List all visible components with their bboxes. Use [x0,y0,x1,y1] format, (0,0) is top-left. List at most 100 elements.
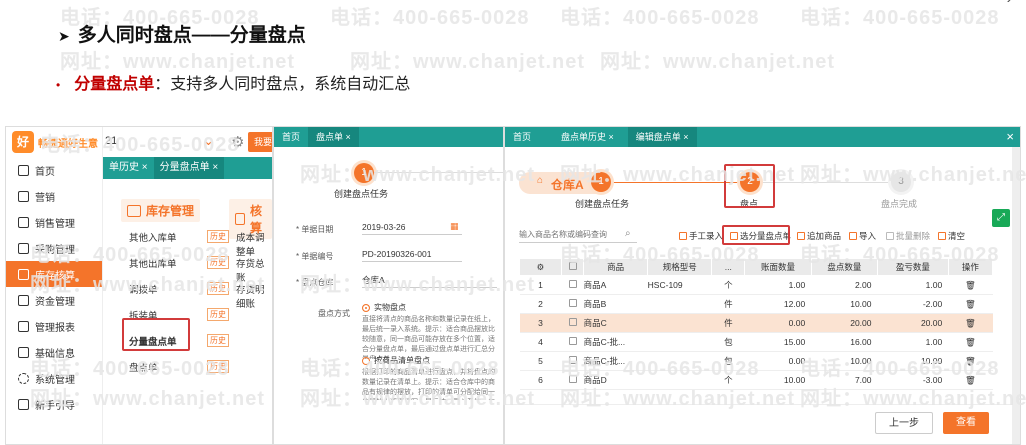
history-tag[interactable]: 历史 [207,334,229,347]
tab-count-history[interactable]: 盘点单历史 × [553,127,622,147]
gear-icon[interactable]: ⚙ [231,133,244,151]
logo: 好 畅捷通好生意 [6,127,102,157]
table-row-selected[interactable]: 3 商品C 件 0.00 20.00 20.00 🗑 [519,313,993,333]
tab-home[interactable]: 首页 [505,127,539,147]
menu-cost-adjust[interactable]: 成本调整单 [236,230,272,258]
row-checkbox[interactable] [568,337,577,345]
top-action-button[interactable]: 我要 [248,132,272,152]
table-row[interactable]: 4 商品C-批... 包 15.00 16.00 1.00 🗑 [519,332,993,352]
number-field[interactable]: PD-20190326-001 [362,246,462,262]
table-row[interactable]: 5 商品C-批... 包 0.00 10.00 10.00 🗑 [519,351,993,371]
step-1-circle: 1 [591,172,611,192]
sidebar-item-inventory[interactable]: 库存核算 [6,261,102,287]
step-line-pending [759,182,899,183]
row-checkbox[interactable] [568,375,577,383]
prev-step-button[interactable]: 上一步 [875,412,933,434]
trash-icon[interactable]: 🗑 [948,294,993,314]
batch-delete-button[interactable]: 批量删除 [886,230,930,242]
sidebar-item-basic-info[interactable]: 基础信息 [6,339,102,365]
trash-icon[interactable]: 🗑 [948,275,993,295]
menu-other-out[interactable]: 其他出库单 [129,256,177,270]
menu-count[interactable]: 盘点单 [129,360,158,374]
history-tag[interactable]: 历史 [207,308,229,321]
sidebar-nav: 首页 营销 销售管理 采购管理 库存核算 资金管理 管理报表 基础信息 系统管理… [6,157,102,417]
gear-icon[interactable]: ⚙ [537,262,545,272]
tab-home[interactable]: 首页 [274,127,308,147]
history-tag[interactable]: 历史 [207,360,229,373]
edit-icon [679,232,687,240]
trash-icon[interactable]: 🗑 [948,313,993,333]
table-row[interactable]: 2 商品B 件 12.00 10.00 -2.00 🗑 [519,294,993,314]
close-icon[interactable]: × [1006,129,1014,144]
sidebar-item-reports[interactable]: 管理报表 [6,313,102,339]
sidebar-item-purchase[interactable]: 采购管理 [6,235,102,261]
sidebar-item-home[interactable]: 首页 [6,157,102,183]
top-bar: 21 ⌄ ⚙ 我要 [103,127,272,157]
trash-icon[interactable]: 🗑 [948,370,993,390]
menu-content: 库存管理 核算 其他入库单 历史 其他出库单 历史 调拨单 历史 拆装单 历史 … [103,179,272,444]
clear-button[interactable]: 清空 [938,230,965,242]
menu-detail-ledger[interactable]: 存货明细账 [236,282,272,310]
chevron-down-icon[interactable]: ⌄ [203,133,214,149]
history-tag[interactable]: 历史 [207,282,229,295]
row-checkbox[interactable] [568,299,577,307]
scrollbar[interactable] [1012,147,1020,444]
sidebar-item-guide[interactable]: 新手引导 [6,391,102,417]
table-row[interactable]: 1 商品A HSC-109 个 1.00 2.00 1.00 🗑 [519,275,993,295]
sidebar-item-marketing[interactable]: 营销 [6,183,102,209]
column-settings[interactable]: ⚙ [519,258,562,276]
view-button[interactable]: 查看 [943,412,989,434]
menu-ledger[interactable]: 存货总账 [236,256,272,284]
divider [505,404,1020,405]
sales-icon [18,216,29,228]
step-3-label: 盘点完成 [881,199,918,209]
warehouse-name: 仓库A [551,178,584,192]
cart-icon [18,242,29,254]
watermark-phone: 电话：400-665-0028 [560,7,760,29]
method-note-2: 根据打印的商品清单进行盘点，并将盘点的数量记录在清单上。提示：适合仓库中的商品有… [362,369,495,400]
trash-icon[interactable]: 🗑 [948,351,993,371]
warehouse-field[interactable]: 仓库A [362,272,497,288]
import-icon [849,232,857,240]
history-tag[interactable]: 历史 [207,256,229,269]
sidebar-item-funds[interactable]: 资金管理 [6,287,102,313]
highlight-box [722,225,790,245]
menu-transfer[interactable]: 调拨单 [129,282,158,296]
history-tag[interactable]: 历史 [207,230,229,243]
row-checkbox[interactable] [568,318,577,326]
tab-count[interactable]: 盘点单 × [308,127,359,147]
expand-icon[interactable]: ⤢ [992,209,1010,227]
tab-bar: 首页 盘点单历史 × 编辑盘点单 × [505,127,1020,147]
method-note-1: 直接将清点的商品名称和数量记录在纸上，最后统一录入系统。提示：适合商品摆放比较随… [362,316,495,359]
clear-icon [938,232,946,240]
plus-icon [797,232,805,240]
watermark-phone: 电话：400-665-0028 [800,7,1000,29]
sidebar-item-sales[interactable]: 销售管理 [6,209,102,235]
settings-icon [18,372,29,384]
menu-other-in[interactable]: 其他入库单 [129,230,177,244]
search-input[interactable] [519,227,637,243]
count-table: ⚙ 商品 规格型号 ... 账面数量 盘点数量 盈亏数量 操作 1 商品A HS… [519,258,994,390]
bullet-dot-icon: • [56,78,61,92]
sidebar: 好 畅捷通好生意 首页 营销 销售管理 采购管理 库存核算 资金管理 管理报表 … [6,127,103,444]
row-checkbox[interactable] [568,280,577,288]
method-option-list[interactable]: 按商品清单盘点 [362,355,430,366]
tab-history[interactable]: 单历史 × [103,157,154,179]
sidebar-item-system[interactable]: 系统管理 [6,365,102,391]
search-icon[interactable]: ⌕ [625,228,631,239]
method-option-physical[interactable]: 实物盘点 [362,302,406,313]
calendar-icon[interactable]: ▦ [450,221,459,232]
import-button[interactable]: 导入 [849,230,876,242]
date-field[interactable]: 2019-03-26 [362,219,462,235]
step-line [374,172,503,173]
select-all-checkbox[interactable] [560,258,585,276]
row-checkbox[interactable] [568,356,577,364]
tab-edit-count[interactable]: 编辑盘点单 × [627,127,697,147]
radio-checked-icon [362,303,370,312]
manual-entry-button[interactable]: 手工录入 [679,230,723,242]
tab-split-count[interactable]: 分量盘点单 × [153,157,225,179]
trash-icon[interactable]: 🗑 [948,332,993,352]
table-row[interactable]: 6 商品D 个 10.00 7.00 -3.00 🗑 [519,370,993,390]
add-product-button[interactable]: 追加商品 [797,230,841,242]
col-diff-qty: 盈亏数量 [877,258,949,276]
